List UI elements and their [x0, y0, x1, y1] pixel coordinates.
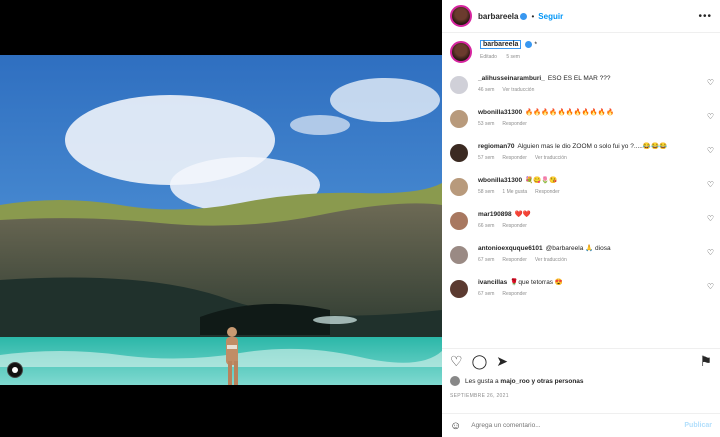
- author-username[interactable]: barbareela: [478, 12, 518, 21]
- comment-like-heart-icon[interactable]: ♡: [707, 78, 714, 87]
- comment-row: antonioexquque6101 @barbareela 🙏 diosa 67…: [442, 244, 720, 275]
- comment-reply-button[interactable]: Responder: [535, 189, 559, 195]
- share-send-icon[interactable]: ➤: [496, 354, 508, 368]
- comment-reply-button[interactable]: Responder: [502, 257, 526, 263]
- post-date: SEPTIEMBRE 26, 2021: [450, 393, 509, 399]
- caption-edited: Editado: [480, 54, 497, 61]
- comment-input[interactable]: [471, 422, 652, 429]
- add-comment-bar: ☺ Publicar: [442, 413, 720, 437]
- emoji-smile-icon[interactable]: ☺: [450, 420, 461, 432]
- likes-summary[interactable]: Les gusta a majo_roo y otras personas: [450, 376, 584, 386]
- caption-avatar[interactable]: [450, 41, 472, 63]
- comment-text: 🔥🔥🔥🔥🔥🔥🔥🔥🔥🔥🔥: [525, 109, 615, 116]
- comment-reply-button[interactable]: Responder: [502, 223, 526, 229]
- comment-row: ivancillas 🌹que tetorras 😍 67 sem Responde…: [442, 278, 720, 309]
- comment-bubble-icon[interactable]: ◯: [472, 354, 488, 368]
- comment-username[interactable]: _alihusseinaramburi_: [478, 75, 545, 82]
- comment-age: 53 sem: [478, 121, 495, 127]
- comment-like-heart-icon[interactable]: ♡: [707, 282, 714, 291]
- comment-like-heart-icon[interactable]: ♡: [707, 112, 714, 121]
- comment-username[interactable]: wbonilla31300: [478, 109, 522, 116]
- post-photo[interactable]: [0, 55, 442, 385]
- comment-reply-button[interactable]: Responder: [502, 291, 526, 297]
- comment-like-heart-icon[interactable]: ♡: [707, 146, 714, 155]
- comment-avatar[interactable]: [450, 110, 468, 128]
- save-bookmark-icon[interactable]: ⚑: [699, 354, 712, 368]
- comment-text: Alguien mas le dio ZOOM o solo fui yo ?.…: [517, 143, 668, 150]
- like-heart-icon[interactable]: ♡: [450, 354, 463, 368]
- comment-likes-count[interactable]: 1 Me gusta: [502, 189, 527, 195]
- comment-reply-button[interactable]: Responder: [502, 155, 526, 161]
- comment-username[interactable]: antonioexquque6101: [478, 245, 543, 252]
- comment-row: regioman70 Alguien mas le dio ZOOM o solo…: [442, 142, 720, 173]
- comment-username[interactable]: ivancillas: [478, 279, 507, 286]
- comment-like-heart-icon[interactable]: ♡: [707, 180, 714, 189]
- post-side-panel: barbareela • Seguir ••• barbareela * Edi…: [442, 0, 720, 437]
- comment-like-heart-icon[interactable]: ♡: [707, 248, 714, 257]
- publish-button[interactable]: Publicar: [684, 422, 712, 429]
- comment-username[interactable]: regioman70: [478, 143, 515, 150]
- comment-text: 💐😋🌷😘: [525, 177, 558, 184]
- liker-avatar: [450, 376, 460, 386]
- comment-avatar[interactable]: [450, 144, 468, 162]
- post-actions-bar: ♡ ◯ ➤ ⚑: [442, 348, 720, 372]
- comment-avatar[interactable]: [450, 212, 468, 230]
- comment-age: 67 sem: [478, 291, 495, 297]
- comment-age: 66 sem: [478, 223, 495, 229]
- header-separator: •: [531, 11, 535, 21]
- comment-text: ESO ES EL MAR ???: [547, 75, 611, 82]
- follow-button[interactable]: Seguir: [538, 12, 563, 21]
- comment-avatar[interactable]: [450, 280, 468, 298]
- comment-row: wbonilla31300 💐😋🌷😘 58 sem 1 Me gusta Respon…: [442, 176, 720, 207]
- post-caption: barbareela * Editado 5 sem: [442, 33, 720, 71]
- more-dots-icon[interactable]: •••: [698, 11, 712, 22]
- likes-suffix[interactable]: y otras personas: [532, 378, 584, 385]
- comment-action[interactable]: Ver traducción: [502, 87, 534, 93]
- likes-prefix: Les gusta a: [465, 377, 499, 385]
- comment-username[interactable]: mar190898: [478, 211, 512, 218]
- comment-age: 46 sem: [478, 87, 495, 93]
- comment-like-heart-icon[interactable]: ♡: [707, 214, 714, 223]
- comment-text: 🌹que tetorras 😍: [510, 279, 563, 286]
- caption-username[interactable]: barbareela: [480, 40, 522, 50]
- comment-avatar[interactable]: [450, 246, 468, 264]
- likes-text: Les gusta a majo_roo y otras personas: [465, 378, 584, 385]
- comment-age: 57 sem: [478, 155, 495, 161]
- post-media-area: [0, 0, 442, 437]
- verified-badge-icon: [525, 41, 533, 48]
- comments-list[interactable]: barbareela * Editado 5 sem _alihusseinar…: [442, 33, 720, 343]
- likes-user[interactable]: majo_roo: [500, 378, 529, 385]
- verified-badge-icon: [520, 12, 528, 20]
- comment-age: 67 sem: [478, 257, 495, 263]
- author-avatar[interactable]: [450, 5, 472, 27]
- post-header: barbareela • Seguir •••: [442, 0, 720, 33]
- comment-row: wbonilla31300 🔥🔥🔥🔥🔥🔥🔥🔥🔥🔥🔥 53 sem Responder…: [442, 108, 720, 139]
- comment-translate-link[interactable]: Ver traducción: [535, 155, 567, 161]
- comment-age: 58 sem: [478, 189, 495, 195]
- comment-text: @barbareela 🙏 diosa: [545, 245, 611, 252]
- comment-username[interactable]: wbonilla31300: [478, 177, 522, 184]
- instagram-post-view: barbareela • Seguir ••• barbareela * Edi…: [0, 0, 720, 437]
- comment-text: ❤️❤️: [514, 211, 531, 218]
- comment-translate-link[interactable]: Ver traducción: [535, 257, 567, 263]
- comment-reply-button[interactable]: Responder: [502, 121, 526, 127]
- user-tag-icon[interactable]: [7, 362, 23, 378]
- comment-avatar[interactable]: [450, 178, 468, 196]
- caption-age: 5 sem: [506, 54, 520, 61]
- comment-row: _alihusseinaramburi_ ESO ES EL MAR ??? 46…: [442, 74, 720, 105]
- comment-row: mar190898 ❤️❤️ 66 sem Responder ♡: [442, 210, 720, 241]
- comment-avatar[interactable]: [450, 76, 468, 94]
- caption-text: *: [534, 41, 538, 49]
